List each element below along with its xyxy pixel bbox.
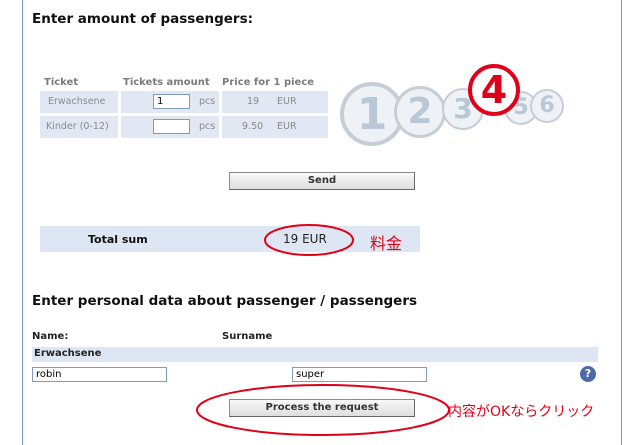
total-highlight-ellipse	[264, 224, 354, 256]
help-icon[interactable]: ?	[580, 366, 596, 382]
header-price: Price for 1 piece	[222, 77, 315, 88]
step-2-badge: 2	[394, 86, 446, 138]
unit-pcs-children: pcs	[199, 121, 216, 132]
ticket-row-adults: Erwachsene	[40, 91, 118, 113]
price-adults: 19	[247, 96, 260, 107]
currency-children: EUR	[277, 121, 297, 132]
total-sum-label: Total sum	[88, 233, 148, 246]
step-6-badge: 6	[530, 89, 564, 123]
process-highlight-ellipse	[196, 384, 450, 436]
surname-input[interactable]	[292, 367, 427, 382]
passenger-group-bar: Erwachsene	[32, 347, 598, 362]
ticket-row-children: Kinder (0-12)	[40, 116, 118, 138]
price-annotation: 料金	[370, 234, 403, 253]
ticket-label-adults: Erwachsene	[48, 96, 106, 107]
price-children: 9.50	[242, 121, 264, 132]
header-tickets-amount: Tickets amount	[123, 77, 210, 88]
ticket-price-cell-children: 9.50 EUR	[222, 116, 328, 138]
unit-pcs-adults: pcs	[199, 96, 216, 107]
passenger-group-label: Erwachsene	[34, 348, 102, 359]
currency-adults: EUR	[277, 96, 297, 107]
step-indicator-graphic: 1 2 3 5 6 4	[338, 58, 610, 158]
send-button[interactable]: Send	[229, 172, 415, 190]
children-amount-input[interactable]	[153, 119, 190, 134]
header-ticket: Ticket	[44, 77, 79, 88]
ticket-label-children: Kinder (0-12)	[46, 121, 109, 132]
step-4-badge-active: 4	[468, 64, 520, 116]
section-title-personal-data: Enter personal data about passenger / pa…	[32, 293, 418, 309]
surname-label: Surname	[222, 331, 273, 342]
section-title-passengers: Enter amount of passengers:	[32, 11, 253, 27]
process-annotation: 内容がOKならクリック	[448, 404, 595, 420]
ticket-price-cell-adults: 19 EUR	[222, 91, 328, 113]
adults-amount-input[interactable]	[153, 94, 190, 109]
name-input[interactable]	[32, 367, 167, 382]
name-label: Name:	[32, 331, 69, 342]
